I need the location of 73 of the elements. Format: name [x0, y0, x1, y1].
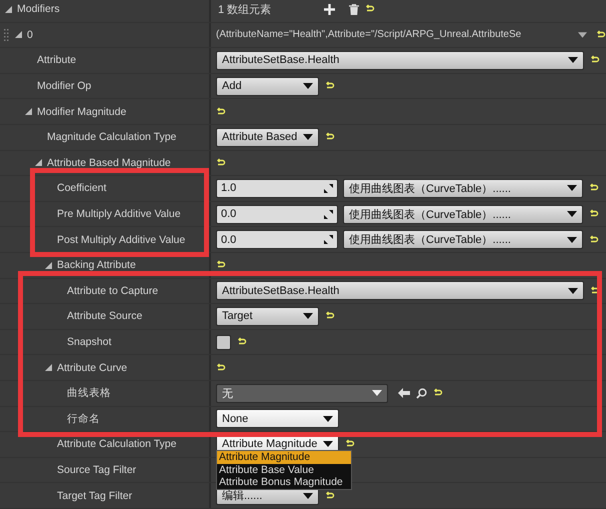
property-label: Attribute to Capture	[67, 284, 158, 297]
reset-icon[interactable]	[589, 234, 599, 245]
property-label: Attribute Curve	[57, 362, 128, 374]
number-field[interactable]: 0.0	[216, 204, 338, 224]
dropdown[interactable]: 使用曲线图表（CurveTable）......	[343, 204, 583, 224]
expanded-arrow-icon[interactable]	[45, 262, 52, 269]
property-label: Attribute Based Magnitude	[47, 156, 171, 169]
add-icon[interactable]	[324, 4, 335, 15]
reset-icon[interactable]	[590, 286, 600, 296]
property-label: Snapshot	[67, 336, 112, 348]
resize-icon[interactable]	[324, 210, 333, 219]
resize-icon[interactable]	[324, 235, 333, 244]
reset-icon[interactable]	[216, 158, 226, 168]
property-label: 0	[27, 28, 33, 41]
property-label: 行命名	[67, 412, 100, 426]
caret-icon	[372, 390, 382, 396]
property-label: Modifier Magnitude	[37, 106, 126, 118]
menu-option[interactable]: Attribute Bonus Magnitude	[217, 476, 351, 488]
search-icon[interactable]	[416, 388, 427, 399]
dropdown[interactable]: Add	[216, 76, 319, 96]
caret-icon	[303, 313, 313, 320]
reset-icon[interactable]	[325, 490, 335, 501]
dropdown[interactable]: AttributeSetBase.Health	[216, 281, 584, 300]
caret-icon	[323, 441, 333, 448]
dropdown[interactable]: 使用曲线图表（CurveTable）......	[343, 230, 583, 250]
menu-option[interactable]: Attribute Magnitude	[217, 451, 351, 464]
expanded-arrow-icon[interactable]	[25, 108, 32, 116]
reset-icon[interactable]	[596, 30, 606, 40]
caret-icon	[568, 288, 578, 294]
trash-icon[interactable]	[349, 4, 359, 15]
caret-icon	[567, 185, 577, 192]
property-label: Attribute Source	[67, 310, 142, 322]
number-field[interactable]: 1.0	[216, 178, 338, 198]
resize-icon[interactable]	[324, 184, 333, 193]
menu-option[interactable]: Attribute Base Value	[217, 464, 351, 476]
caret-icon	[568, 57, 578, 64]
reset-icon[interactable]	[216, 362, 226, 373]
caret-icon	[567, 236, 577, 243]
property-label: Source Tag Filter	[57, 464, 136, 476]
caret-icon	[567, 211, 577, 218]
drag-handle-icon[interactable]	[4, 28, 9, 41]
caret-icon	[303, 492, 313, 499]
number-field[interactable]: 0.0	[216, 230, 338, 250]
property-label: Post Multiply Additive Value	[57, 234, 186, 246]
caret-icon	[323, 416, 333, 422]
property-label: Attribute Calculation Type	[57, 438, 176, 450]
property-label: Target Tag Filter	[57, 490, 132, 502]
asset-picker[interactable]: 无	[216, 384, 388, 403]
dropdown[interactable]: Target	[216, 306, 319, 326]
property-label: Attribute	[37, 54, 76, 66]
element-count: 1 数组元素	[218, 2, 272, 17]
arrow-left-icon[interactable]	[398, 388, 410, 398]
caret-icon	[303, 83, 313, 90]
property-label: Magnitude Calculation Type	[47, 131, 176, 144]
dropdown[interactable]: Attribute Based	[216, 128, 319, 147]
checkbox[interactable]	[216, 334, 231, 350]
caret-icon[interactable]	[578, 32, 587, 38]
property-label: Modifiers	[17, 3, 60, 16]
dropdown[interactable]: None	[216, 409, 339, 428]
struct-value: (AttributeName="Health",Attribute="/Script/ARPG_Unreal.AttributeSe	[216, 29, 522, 40]
dropdown[interactable]: AttributeSetBase.Health	[216, 50, 584, 70]
expanded-arrow-icon[interactable]	[5, 6, 12, 13]
property-label: Coefficient	[57, 182, 106, 194]
property-label: Pre Multiply Additive Value	[57, 208, 181, 220]
expanded-arrow-icon[interactable]	[35, 159, 42, 166]
expanded-arrow-icon[interactable]	[45, 364, 52, 372]
caret-icon	[303, 134, 313, 140]
property-label: 曲线表格	[67, 386, 111, 400]
expanded-arrow-icon[interactable]	[15, 31, 22, 38]
reset-icon[interactable]	[216, 106, 226, 117]
property-label: Modifier Op	[37, 80, 92, 92]
dropdown[interactable]: 使用曲线图表（CurveTable）......	[343, 178, 583, 198]
property-label: Backing Attribute	[57, 259, 136, 272]
